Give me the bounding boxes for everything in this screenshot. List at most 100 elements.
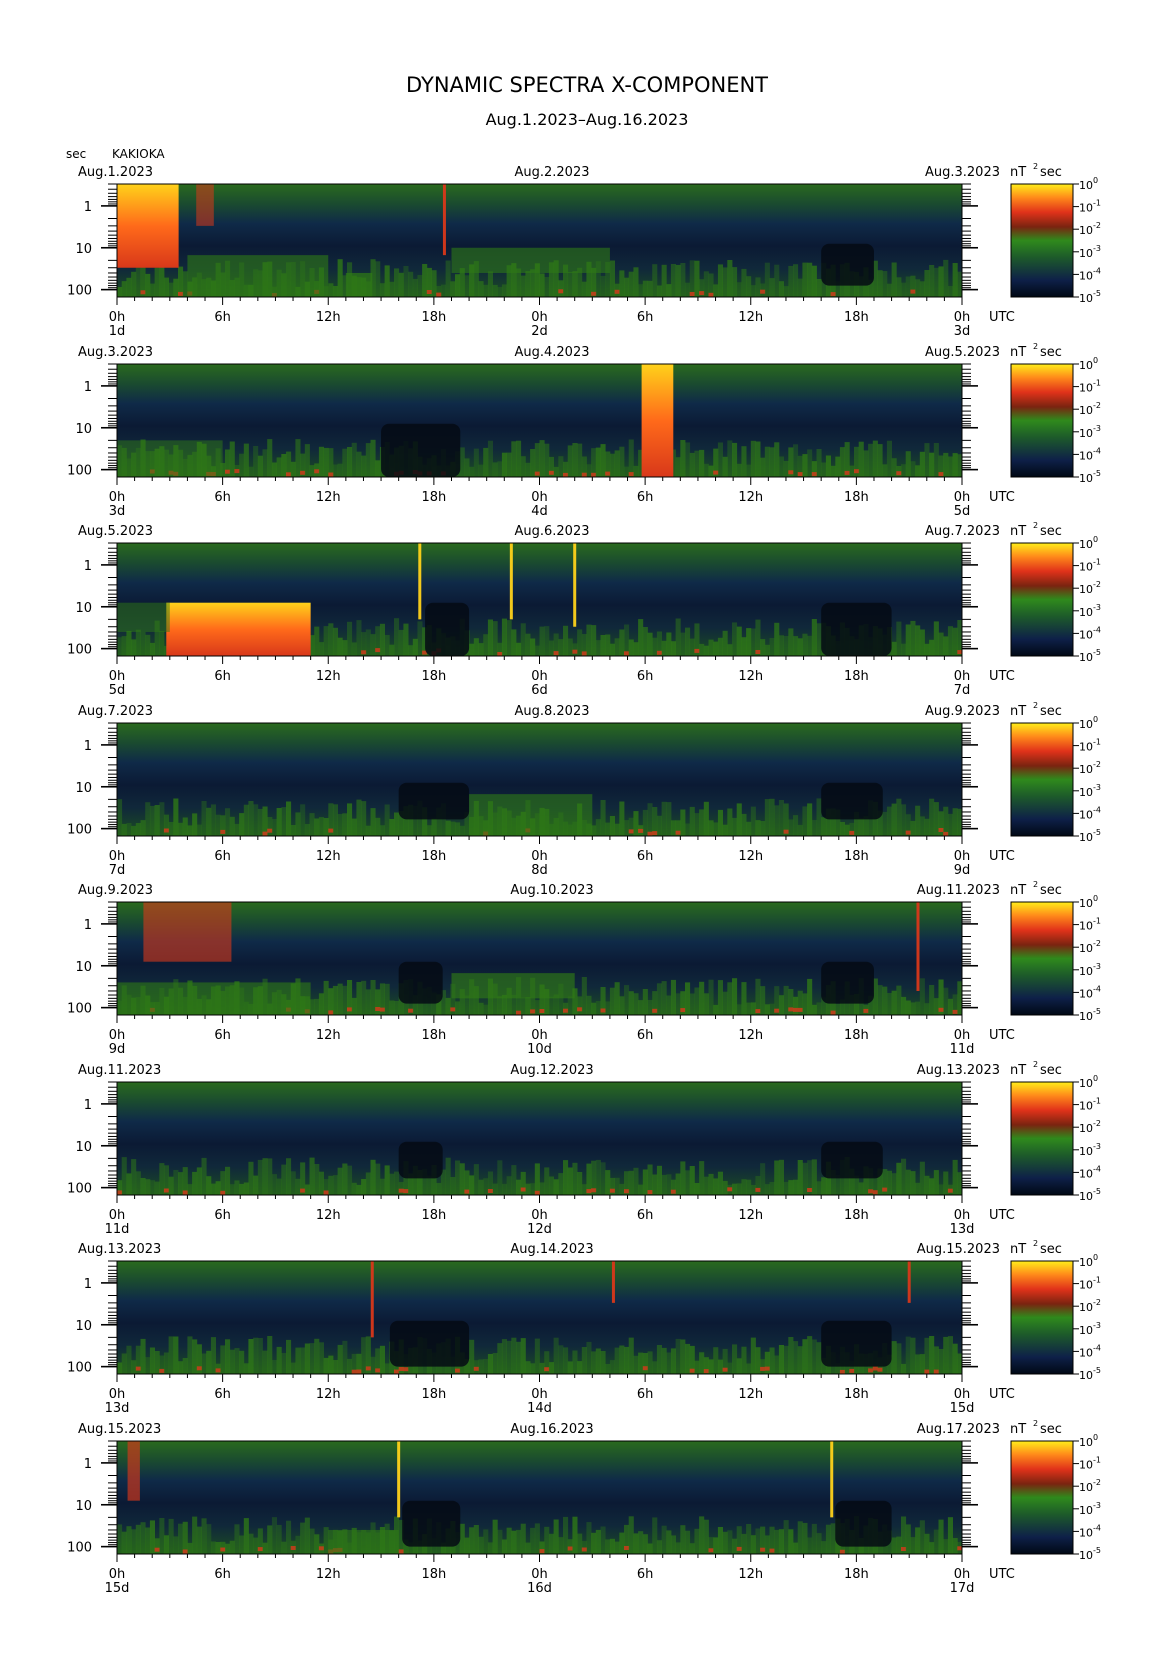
noise-column [370,439,376,477]
noise-column [145,1357,151,1374]
noise-column [271,1360,277,1374]
noise-column [783,1181,789,1195]
activity-band [469,794,593,836]
noise-column [811,265,817,297]
panel-date-end: Aug.13.2023 [917,1063,1000,1078]
noise-column [539,273,545,297]
noise-hot-column [863,1008,869,1013]
noise-column [877,270,883,297]
noise-hot-column [727,1187,733,1192]
noise-column [708,820,714,836]
noise-column [624,985,630,1015]
day-label-end: 15d [950,1401,975,1416]
noise-column [924,1337,930,1374]
noise-hot-column [361,650,367,655]
noise-column [276,1524,282,1554]
noise-column [882,464,888,477]
noise-column [736,1183,742,1195]
noise-column [727,644,733,656]
noise-column [323,1527,329,1554]
x-tick-label: 6h [637,1028,654,1043]
noise-column [365,989,371,1015]
noise-column [464,995,470,1015]
day-label-start: 7d [109,863,126,878]
noise-column [633,267,639,297]
colorbar-tick-exponent: -5 [1093,289,1101,298]
noise-column [389,819,395,836]
x-tick-label: 0h [954,1387,971,1402]
noise-column [149,805,155,836]
y-tick-label: 10 [75,422,92,437]
x-tick-label: 18h [844,849,869,864]
noise-column [746,1524,752,1554]
noise-hot-column [624,651,630,656]
noise-column [915,279,921,297]
noise-column [563,1347,569,1374]
noise-column [586,1522,592,1554]
x-axis-ticks [116,297,963,305]
colorbar-tick-exponent: -2 [1093,580,1101,589]
noise-column [919,629,925,656]
panel-date-start: Aug.11.2023 [78,1063,161,1078]
noise-column [473,448,479,477]
noise-column [642,1169,648,1195]
noise-column [281,1164,287,1195]
noise-column [417,275,423,297]
spectrogram-panel-7: Aug.13.2023 Aug.14.2023 Aug.15.2023 nT 2 sec 1… [67,1239,1101,1416]
noise-column [431,270,437,297]
noise-column [943,452,949,477]
noise-column [417,621,423,656]
day-label-end: 5d [954,504,971,519]
chart-title: DYNAMIC SPECTRA X-COMPONENT [406,73,768,97]
noise-column [732,1344,738,1374]
y-tick-label: 10 [75,1140,92,1155]
unit-seconds-label: sec [1040,1063,1062,1078]
noise-column [947,998,953,1015]
noise-column [609,453,615,477]
noise-column [633,811,639,836]
burst-event [166,602,311,656]
noise-column [816,1181,822,1195]
noise-column [337,1344,343,1374]
noise-column [591,625,597,656]
noise-hot-column [708,292,714,297]
noise-column [248,466,254,477]
noise-column [764,1004,770,1015]
noise-hot-column [356,1369,362,1374]
noise-hot-column [638,828,644,833]
noise-column [595,819,601,836]
noise-column [525,633,531,656]
noise-column [154,1351,160,1374]
noise-column [666,995,672,1015]
noise-column [469,1339,475,1374]
noise-column [713,284,719,297]
noise-column [271,1517,277,1554]
noise-column [445,1157,451,1195]
colorbar-tick-exponent: 0 [1093,1074,1098,1083]
noise-column [938,266,944,297]
noise-column [163,1352,169,1374]
noise-column [919,978,925,1015]
unit-seconds-label: sec [1040,165,1062,180]
noise-column [929,639,935,656]
noise-column [638,1000,644,1015]
noise-column [699,1516,705,1554]
colorbar-tick-base: 10 [1079,628,1093,641]
panel-date-mid: Aug.2.2023 [514,165,589,180]
noise-column [647,803,653,836]
noise-column [544,277,550,297]
noise-column [464,1537,470,1554]
noise-column [314,1534,320,1554]
noise-column [919,1354,925,1374]
noise-column [933,802,939,836]
noise-column [534,645,540,656]
noise-column [619,1345,625,1374]
noise-column [309,1528,315,1554]
spike-event [573,543,577,627]
day-label-start: 3d [109,504,126,519]
x-tick-label: 0h [954,1028,971,1043]
activity-band [451,973,575,999]
x-tick-label: 6h [637,849,654,864]
noise-column [201,1518,207,1554]
y-tick-label: 100 [67,464,92,479]
